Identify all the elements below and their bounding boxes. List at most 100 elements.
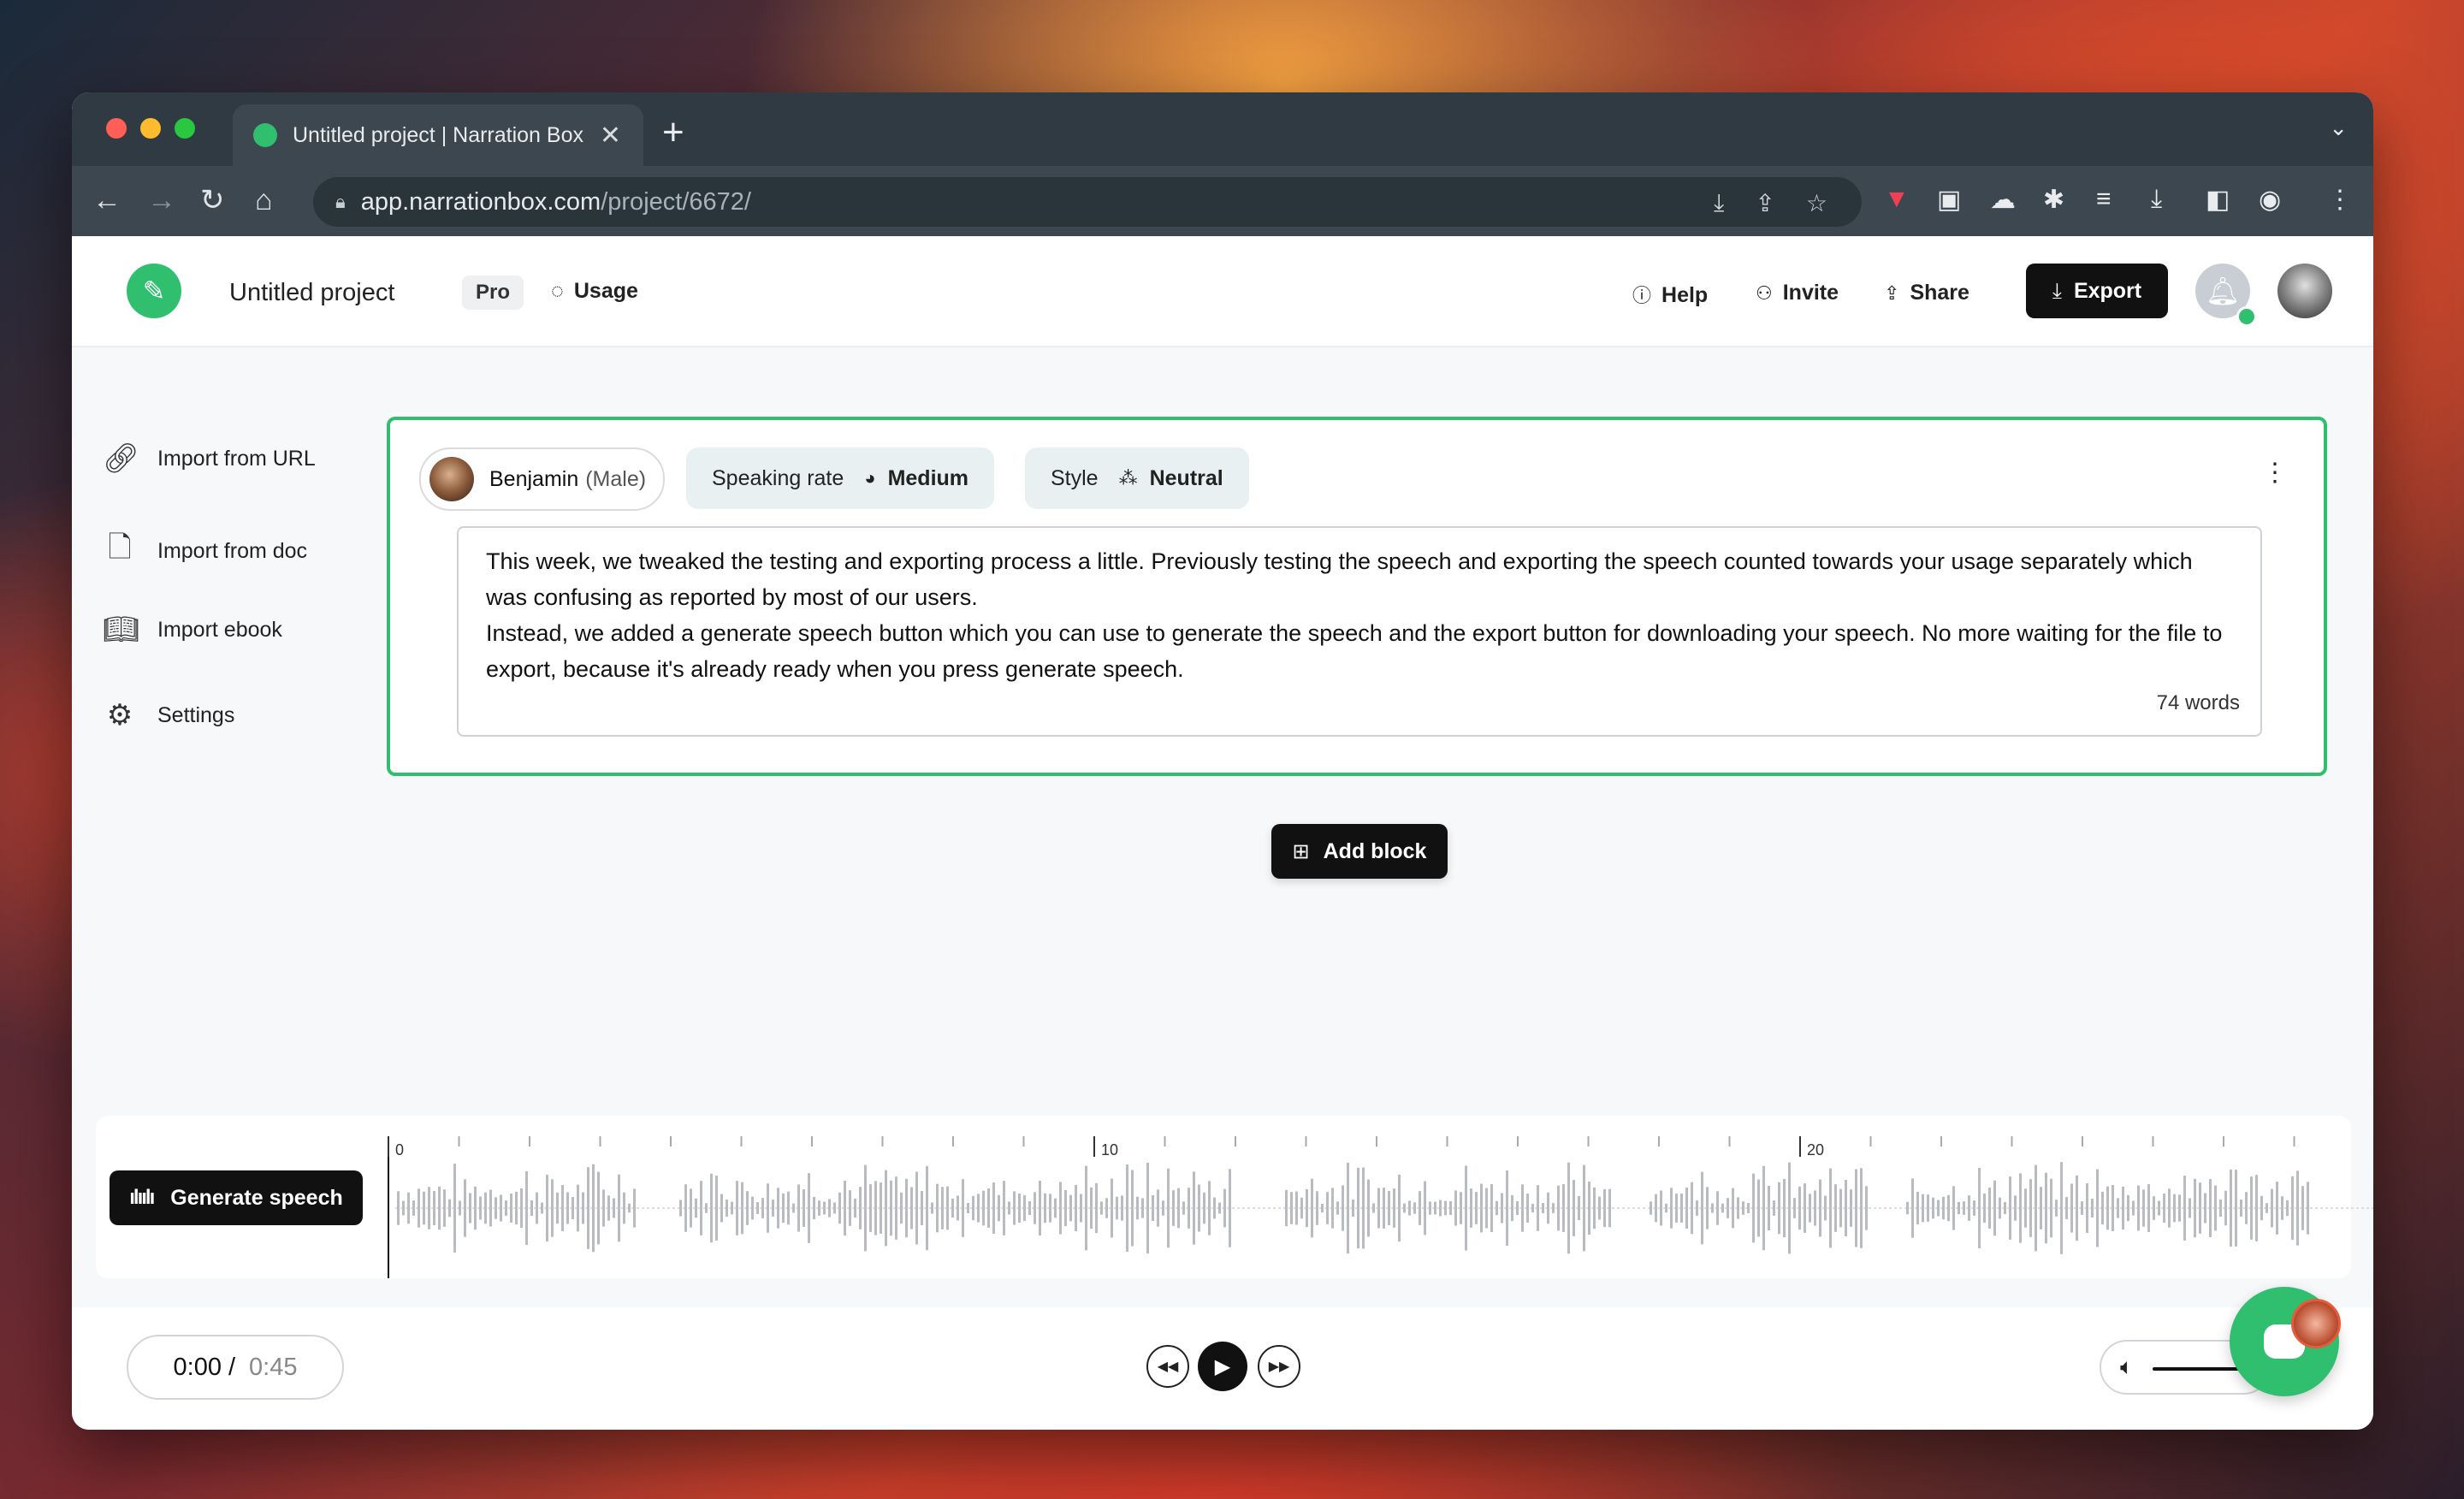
downloads-icon[interactable]: ⤓ — [2151, 185, 2162, 214]
sidebar-item-settings[interactable]: ⚙ Settings — [103, 698, 235, 732]
waveform-bar — [864, 1164, 867, 1252]
waveform-bar — [2240, 1200, 2242, 1217]
waveform-bar — [695, 1198, 697, 1218]
waveform-bar — [623, 1192, 625, 1224]
waveform-bar — [2163, 1194, 2165, 1223]
address-bar[interactable]: 🔒︎ app.narrationbox.com/project/6672/ ⤓ … — [313, 177, 1862, 227]
browser-menu-icon[interactable]: ⋮ — [2327, 185, 2353, 215]
waveform-bar — [1105, 1198, 1108, 1218]
waveform-bar — [1993, 1180, 1996, 1236]
block-text-editor[interactable]: This week, we tweaked the testing and ex… — [457, 526, 2262, 737]
text-paragraph: Instead, we added a generate speech butt… — [486, 620, 2223, 682]
waveform-bar — [1162, 1200, 1164, 1216]
waveform-bar — [1655, 1194, 1657, 1223]
home-icon[interactable]: ⌂ — [255, 183, 273, 217]
waveform-bar — [957, 1195, 959, 1221]
waveform-bar — [1958, 1201, 1960, 1215]
profile-avatar-icon[interactable]: ◉ — [2259, 185, 2281, 215]
user-avatar[interactable] — [2277, 264, 2332, 318]
waveform-bar — [2168, 1188, 2171, 1228]
waveform-bar — [1336, 1201, 1339, 1215]
waveform-bar — [577, 1184, 579, 1232]
generate-speech-button[interactable]: ılıılı Generate speech — [110, 1170, 363, 1225]
install-app-icon[interactable]: ⤓ — [1714, 189, 1724, 217]
sidebar-item-import-url[interactable]: 🔗︎ Import from URL — [103, 441, 316, 476]
waveform-bar — [1537, 1185, 1539, 1231]
text-paragraph: This week, we tweaked the testing and ex… — [486, 548, 2193, 610]
sidebar-item-import-doc[interactable]: 🗋 Import from doc — [103, 527, 307, 576]
waveform-bar — [2009, 1176, 2011, 1240]
block-menu-icon[interactable]: ⋮ — [2262, 458, 2288, 488]
reading-list-icon[interactable]: ≡ — [2096, 185, 2112, 214]
side-panel-icon[interactable]: ◧ — [2206, 185, 2230, 215]
style-selector[interactable]: Style ⁂ Neutral — [1025, 447, 1249, 509]
waveform-bar — [1080, 1194, 1082, 1223]
bookmark-star-icon[interactable]: ☆ — [1806, 189, 1827, 217]
waveform-bar — [1377, 1188, 1380, 1229]
reload-icon[interactable]: ↻ — [200, 183, 225, 217]
sidebar-item-import-ebook[interactable]: 📖︎ Import ebook — [103, 613, 282, 647]
waveform-bar — [592, 1164, 595, 1253]
waveform-bar — [520, 1188, 523, 1229]
current-time: 0:00 — [173, 1353, 222, 1381]
waveform-bar — [1023, 1195, 1026, 1221]
help-button[interactable]: ⓘ Help — [1632, 281, 1708, 308]
waveform-bar — [1295, 1191, 1298, 1225]
new-tab-button[interactable]: + — [662, 111, 684, 154]
fast-forward-icon[interactable]: ▶▶ — [1258, 1345, 1300, 1388]
lock-icon[interactable]: 🔒︎ — [335, 191, 346, 213]
waveform-bar — [905, 1178, 908, 1238]
tab-close-icon[interactable]: ✕ — [600, 121, 621, 151]
project-title[interactable]: Untitled project — [229, 279, 394, 307]
add-block-button[interactable]: ⊞ Add block — [1271, 824, 1448, 879]
waveform[interactable]: 0 10 20 — [387, 1128, 2373, 1278]
invite-button[interactable]: ⚇ Invite — [1756, 281, 1839, 305]
waveform-bar — [1963, 1201, 1965, 1215]
usage-button[interactable]: ◌ Usage — [551, 279, 638, 304]
play-icon[interactable]: ▶ — [1198, 1342, 1247, 1391]
waveform-bar — [2183, 1176, 2186, 1241]
waveform-bar — [808, 1173, 810, 1243]
waveform-bar — [1311, 1178, 1313, 1238]
pocket-extension-icon[interactable]: ▼ — [1884, 185, 1910, 214]
waveform-bar — [2035, 1164, 2037, 1252]
maximize-window-button[interactable] — [175, 118, 195, 139]
extensions-puzzle-icon[interactable]: ✱ — [2043, 185, 2064, 215]
waveform-bar — [1321, 1203, 1324, 1213]
speaking-rate-selector[interactable]: Speaking rate ◕ Medium — [686, 447, 995, 509]
text-block-card[interactable]: Benjamin (Male) Speaking rate ◕ Medium S… — [387, 417, 2327, 776]
waveform-bar — [2266, 1203, 2268, 1213]
narration-box-logo-icon[interactable]: ✎ — [127, 264, 181, 318]
waveform-bar — [2050, 1178, 2052, 1238]
waveform-bar — [1213, 1197, 1216, 1219]
tab-list-chevron-icon[interactable]: ⌄ — [2329, 115, 2348, 141]
url-domain: app.narrationbox.com — [360, 187, 601, 216]
waveform-bar — [915, 1171, 918, 1245]
waveform-bar — [1932, 1197, 1934, 1219]
waveform-bar — [910, 1187, 913, 1229]
waveform-bar — [1182, 1201, 1185, 1215]
export-button[interactable]: ⤓ Export — [2026, 264, 2168, 318]
plus-square-icon: ⊞ — [1292, 839, 1310, 863]
rewind-icon[interactable]: ◀◀ — [1146, 1345, 1189, 1388]
waveform-bar — [2117, 1198, 2119, 1218]
forward-icon[interactable]: → — [147, 183, 176, 217]
share-button[interactable]: ⇪ Share — [1884, 281, 1969, 305]
minimize-window-button[interactable] — [140, 118, 161, 139]
notion-extension-icon[interactable]: ▣ — [1937, 185, 1961, 215]
cloud-extension-icon[interactable]: ☁ — [1990, 185, 2016, 215]
close-window-button[interactable] — [106, 118, 127, 139]
waveform-bar — [412, 1200, 415, 1216]
voice-selector[interactable]: Benjamin (Male) — [419, 447, 666, 511]
back-icon[interactable]: ← — [92, 183, 121, 217]
waveform-bar — [633, 1188, 636, 1228]
waveform-bar — [433, 1191, 435, 1225]
tab-bar: Untitled project | Narration Box ✕ + ⌄ — [72, 92, 2373, 166]
share-page-icon[interactable]: ⇪ — [1755, 189, 1774, 217]
waveform-bar — [1762, 1165, 1765, 1251]
browser-tab[interactable]: Untitled project | Narration Box ✕ — [233, 104, 643, 166]
waveform-bar — [1342, 1185, 1344, 1231]
waveform-bar — [1177, 1188, 1180, 1229]
chat-agent-avatar — [2291, 1299, 2341, 1348]
document-icon: 🗋 — [108, 531, 132, 564]
